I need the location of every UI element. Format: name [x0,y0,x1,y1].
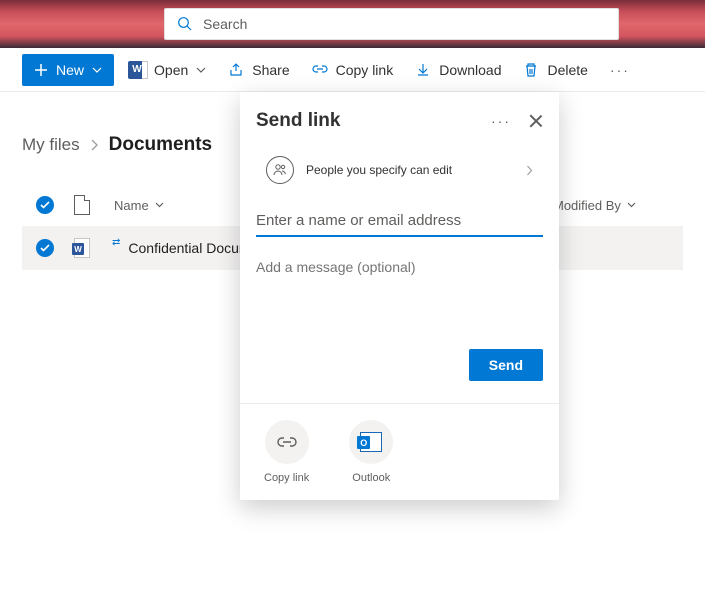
send-link-dialog: Send link ··· People you specify can edi… [240,92,559,500]
breadcrumb-current: Documents [109,134,212,156]
copy-link-label: Copy link [336,62,394,78]
chevron-right-icon [526,165,533,176]
more-button[interactable]: ··· [602,54,638,86]
share-label: Share [252,62,289,78]
share-icon [228,62,244,78]
outlook-icon [349,420,393,464]
send-button[interactable]: Send [469,349,543,381]
dialog-title: Send link [256,110,491,132]
chevron-down-icon [155,202,164,208]
open-label: Open [154,62,188,78]
breadcrumb-parent[interactable]: My files [22,135,80,155]
recipient-input[interactable] [256,206,543,237]
modifiedby-column-label: Modified By [553,198,621,213]
share-options: Copy link Outlook [256,420,543,484]
divider [240,403,559,404]
copy-link-icon [265,420,309,464]
check-icon [36,239,54,257]
plus-icon [34,63,48,77]
select-all[interactable] [32,196,74,214]
header-banner: Search [0,0,705,48]
command-toolbar: New W Open Share Copy link Download Dele… [0,48,705,92]
chevron-right-icon [90,138,99,152]
modifiedby-column-header[interactable]: Modified By [553,198,683,213]
delete-label: Delete [547,62,587,78]
dialog-header: Send link ··· [256,110,543,132]
people-icon [266,156,294,184]
word-icon: W [128,61,146,79]
filetype-column[interactable] [74,195,110,215]
row-select[interactable] [32,239,74,257]
search-box[interactable]: Search [164,8,619,40]
delete-button[interactable]: Delete [515,54,595,86]
copy-link-option[interactable]: Copy link [264,420,309,484]
word-doc-icon [74,238,90,258]
share-button[interactable]: Share [220,54,297,86]
row-filename: Confidential Docum [128,240,250,256]
outlook-option[interactable]: Outlook [349,420,393,484]
chevron-down-icon [627,202,636,208]
name-column-label: Name [114,198,149,213]
chevron-down-icon [196,67,206,73]
close-icon[interactable] [529,114,543,128]
download-button[interactable]: Download [407,54,509,86]
permission-label: People you specify can edit [306,163,514,177]
message-input[interactable] [256,255,543,279]
new-button-label: New [56,62,84,78]
row-filetype [74,238,110,258]
download-icon [415,62,431,78]
search-icon [177,16,193,32]
file-icon [74,195,90,215]
check-icon [36,196,54,214]
trash-icon [523,62,539,78]
copy-link-button[interactable]: Copy link [304,54,402,86]
copy-link-option-label: Copy link [264,472,309,484]
dialog-more-button[interactable]: ··· [491,113,511,129]
open-button[interactable]: W Open [120,54,214,86]
sync-icon: ⇄ [112,237,120,248]
search-placeholder: Search [203,16,247,32]
download-label: Download [439,62,501,78]
outlook-option-label: Outlook [352,472,390,484]
chevron-down-icon [92,67,102,73]
link-icon [312,62,328,78]
new-button[interactable]: New [22,54,114,86]
permission-selector[interactable]: People you specify can edit [266,156,533,184]
